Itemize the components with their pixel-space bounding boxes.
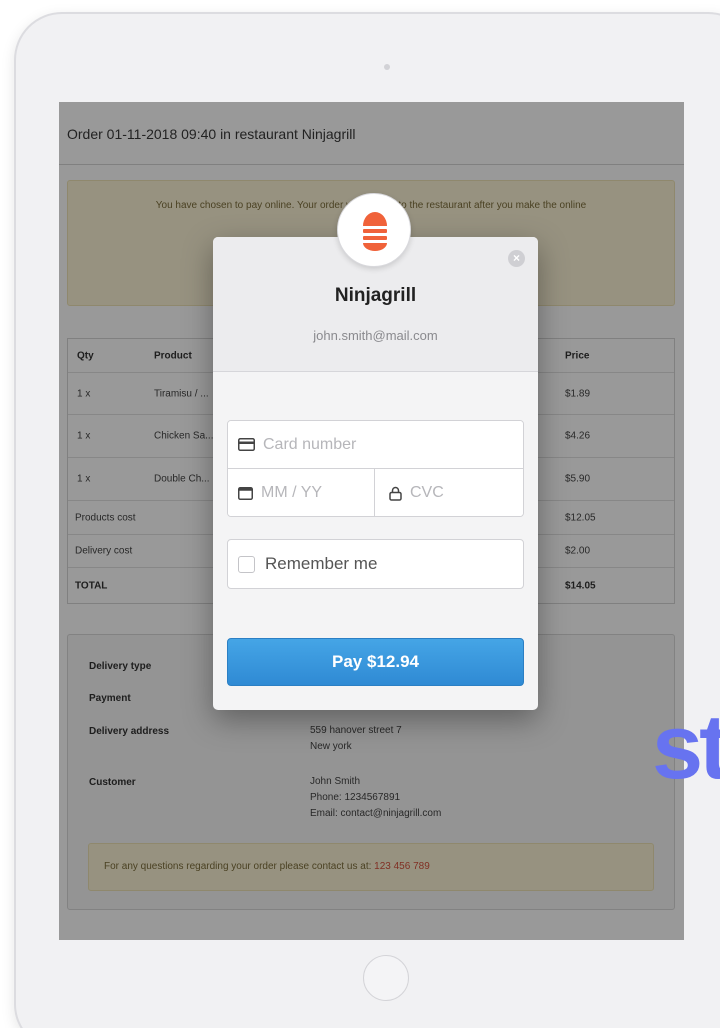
cvc-field[interactable]: [375, 469, 523, 516]
remember-me-label: Remember me: [265, 554, 378, 573]
merchant-logo: [337, 193, 411, 267]
burger-logo-icon: [363, 212, 387, 251]
merchant-email: john.smith@mail.com: [313, 328, 438, 343]
lock-icon: [389, 486, 402, 501]
cvc-input[interactable]: [410, 484, 500, 502]
card-number-field[interactable]: [228, 421, 523, 469]
checkout-modal: × Ninjagrill john.smith@mail.com Card nu…: [213, 237, 538, 710]
remember-me-toggle[interactable]: Remember me: [228, 540, 523, 588]
remember-me-checkbox[interactable]: [238, 555, 255, 573]
card-number-input[interactable]: [263, 435, 413, 454]
calendar-icon: [238, 487, 253, 500]
home-button[interactable]: [363, 955, 409, 1001]
card-fields: [227, 420, 524, 517]
expiry-input[interactable]: [261, 484, 351, 502]
credit-card-icon: [238, 438, 255, 451]
pay-button[interactable]: Pay $12.94: [227, 638, 524, 686]
merchant-name: Ninjagrill: [334, 285, 417, 306]
side-logo-fragment: st: [652, 696, 720, 798]
close-icon[interactable]: ×: [508, 250, 525, 267]
expiry-field[interactable]: [228, 469, 375, 516]
remember-me-box: Remember me: [227, 539, 524, 589]
camera-dot: [384, 64, 390, 70]
